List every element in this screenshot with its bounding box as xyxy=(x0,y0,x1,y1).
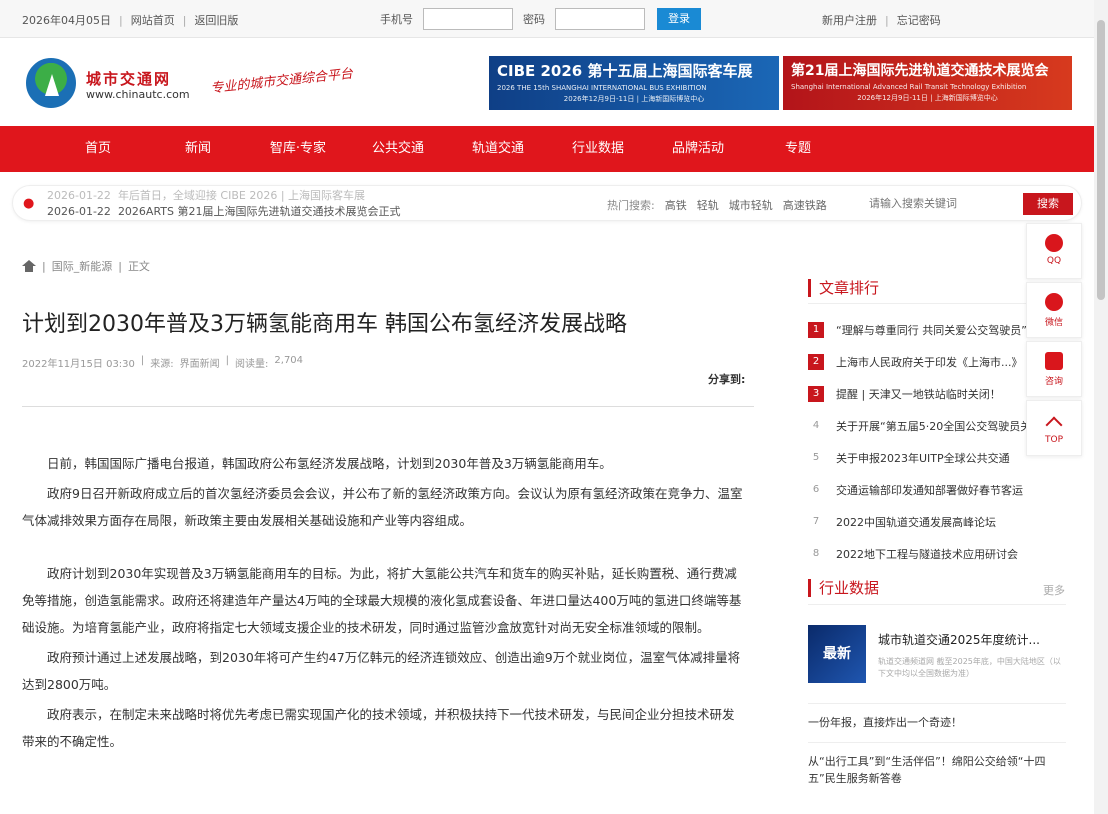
industry-data-title: 行业数据 xyxy=(808,579,879,597)
article-paragraph: 政府表示，在制定未来战略时将优先考虑已需实现国产化的技术领域，并积极扶持下一代技… xyxy=(22,707,735,749)
slogan: 专业的城市交通综合平台 xyxy=(209,66,354,97)
share-label: 分享到: xyxy=(708,373,746,386)
ticker-news: 2026-01-22 年后首日，全域迎接 CIBE 2026 | 上海国际客车展… xyxy=(47,188,467,220)
scrollbar[interactable] xyxy=(1094,0,1108,814)
rail-expo-banner[interactable]: 第21届上海国际先进轨道交通技术展览会 Shanghai Internation… xyxy=(783,56,1072,110)
list-item[interactable]: 从“出行工具”到“生活伴侣”！绵阳公交给领“十四五”民生服务新答卷 xyxy=(808,753,1064,787)
nav-industry-data[interactable]: 行业数据 xyxy=(548,126,648,172)
list-item[interactable]: 一份年报，直接炸出一个奇迹！ xyxy=(808,714,1064,731)
phone-input[interactable] xyxy=(423,8,513,30)
back-to-top-button[interactable]: TOP xyxy=(1026,400,1082,456)
search-button[interactable]: 搜索 xyxy=(1023,193,1073,215)
article-body: 日前，韩国国际广播电台报道，韩国政府公布氢经济发展战略，计划到2030年普及3万… xyxy=(22,450,744,758)
wechat-icon xyxy=(1045,293,1063,311)
divider xyxy=(22,406,754,407)
banner-title: CIBE 2026 第十五届上海国际客车展 xyxy=(497,62,753,80)
nav-public-transit[interactable]: 公共交通 xyxy=(348,126,448,172)
list-item[interactable]: 2 上海市人民政府关于印发《上海市...》 xyxy=(808,346,1034,378)
hot-searches: 热门搜索: 高铁 轻轨 城市轻轨 高速铁路 xyxy=(607,197,827,213)
top-bar: 2026年04月05日 | 网站首页 | 返回旧版 手机号 密码 登录 新用户注… xyxy=(0,0,1094,38)
nav-news[interactable]: 新闻 xyxy=(148,126,248,172)
current-date: 2026年04月05日 xyxy=(22,14,111,27)
consult-button[interactable]: 咨询 xyxy=(1026,341,1082,397)
scrollbar-thumb[interactable] xyxy=(1097,20,1105,300)
hot-search-label: 热门搜索: xyxy=(607,199,655,212)
divider xyxy=(808,604,1066,605)
forgot-password-link[interactable]: 忘记密码 xyxy=(897,12,941,28)
hot-keyword[interactable]: 城市轻轨 xyxy=(729,197,773,213)
bus-expo-banner[interactable]: CIBE 2026 第十五届上海国际客车展 2026 THE 15th SHAN… xyxy=(489,56,779,110)
hot-keyword[interactable]: 轻轨 xyxy=(697,197,719,213)
banner-subtitle: 2026 THE 15th SHANGHAI INTERNATIONAL BUS… xyxy=(497,84,707,92)
hot-keyword[interactable]: 高铁 xyxy=(665,197,687,213)
old-version-link[interactable]: 返回旧版 xyxy=(194,12,238,28)
qq-icon xyxy=(1045,234,1063,252)
news-thumbnail[interactable]: 最新 xyxy=(808,625,866,683)
list-item[interactable]: 1 “理解与尊重同行 共同关爱公交驾驶员” xyxy=(808,314,1034,346)
nav-think-tank[interactable]: 智库·专家 xyxy=(248,126,348,172)
views-label: 阅读量: xyxy=(235,359,269,370)
breadcrumb-current: 正文 xyxy=(127,260,150,273)
login-form: 手机号 密码 登录 xyxy=(380,8,701,30)
breadcrumb: | 国际_新能源 | 正文 xyxy=(22,258,150,274)
logo-url: www.chinautc.com xyxy=(86,88,190,101)
home-icon[interactable] xyxy=(22,260,36,272)
news-ticker-bar: ● 2026-01-22 年后首日，全域迎接 CIBE 2026 | 上海国际客… xyxy=(12,185,1082,221)
chevron-up-icon xyxy=(1045,416,1063,434)
ticker-item[interactable]: 2026-01-22 2026ARTS 第21届上海国际先进轨道交通技术展览会正… xyxy=(47,204,467,220)
wechat-button[interactable]: 微信 xyxy=(1026,282,1082,338)
data-item-title[interactable]: 城市轨道交通2025年度统计... xyxy=(878,631,1040,648)
password-label: 密码 xyxy=(523,13,545,26)
publish-date: 2022年11月15日 03:30 xyxy=(22,359,135,370)
phone-label: 手机号 xyxy=(380,13,413,26)
password-input[interactable] xyxy=(555,8,645,30)
banner-subtitle: Shanghai International Advanced Rail Tra… xyxy=(791,83,1027,91)
ticker-item[interactable]: 2026-01-22 年后首日，全域迎接 CIBE 2026 | 上海国际客车展 xyxy=(47,188,467,204)
divider xyxy=(808,742,1066,743)
more-link[interactable]: 更多 xyxy=(1043,582,1065,598)
divider xyxy=(808,703,1066,704)
search-input[interactable] xyxy=(863,192,1013,216)
main-nav: 首页 新闻 智库·专家 公共交通 轨道交通 行业数据 品牌活动 专题 xyxy=(0,126,1094,172)
nav-rail-transit[interactable]: 轨道交通 xyxy=(448,126,548,172)
list-item[interactable]: 4关于开展“第五届5·20全国公交驾驶员关爱日” xyxy=(808,410,1034,442)
logo-icon[interactable] xyxy=(26,58,76,108)
article-ranking-title: 文章排行 xyxy=(808,279,879,297)
chat-icon xyxy=(1045,352,1063,370)
qq-button[interactable]: QQ xyxy=(1026,223,1082,279)
list-item[interactable]: 8 2022地下工程与隧道技术应用研讨会 xyxy=(808,538,1034,570)
list-item[interactable]: 3 提醒 | 天津又一地铁站临时关闭！ xyxy=(808,378,1034,410)
nav-brand-events[interactable]: 品牌活动 xyxy=(648,126,748,172)
article-ranking-list: 1 “理解与尊重同行 共同关爱公交驾驶员” 2 上海市人民政府关于印发《上海市...… xyxy=(808,314,1034,570)
breadcrumb-category[interactable]: 国际_新能源 xyxy=(52,258,113,274)
source-label: 来源: xyxy=(150,359,174,370)
article-paragraph: 政府计划到2030年实现普及3万辆氢能商用车的目标。为此，将扩大氢能公共汽车和货… xyxy=(22,566,742,635)
banner-date: 2026年12月9日-11日 | 上海新国际博览中心 xyxy=(563,95,705,103)
login-button[interactable]: 登录 xyxy=(657,8,701,30)
hot-keyword[interactable]: 高速铁路 xyxy=(783,197,827,213)
article-title: 计划到2030年普及3万辆氢能商用车 韩国公布氢经济发展战略 xyxy=(22,312,627,337)
list-item[interactable]: 6 交通运输部印发通知部署做好春节客运 xyxy=(808,474,1034,506)
list-item[interactable]: 7 2022中国轨道交通发展高峰论坛 xyxy=(808,506,1034,538)
announcement-icon: ● xyxy=(23,196,35,211)
list-item[interactable]: 5 关于申报2023年UITP全球公共交通 xyxy=(808,442,1034,474)
article-paragraph: 政府9日召开新政府成立后的首次氢经济委员会会议，并公布了新的氢经济政策方向。会议… xyxy=(22,486,743,528)
nav-topics[interactable]: 专题 xyxy=(748,126,848,172)
article-paragraph: 日前，韩国国际广播电台报道，韩国政府公布氢经济发展战略，计划到2030年普及3万… xyxy=(47,456,612,471)
banner-date: 2026年12月9日-11日 | 上海新国际博览中心 xyxy=(857,94,998,102)
views-count: 2,704 xyxy=(274,355,304,366)
article-paragraph: 政府预计通过上述发展战略，到2030年将可产生约47万亿韩元的经济连锁效应、创造… xyxy=(22,650,741,692)
register-link[interactable]: 新用户注册 xyxy=(822,12,877,28)
logo-name[interactable]: 城市交通网 xyxy=(86,68,171,89)
source-name: 界面新闻 xyxy=(179,359,220,370)
site-header: 城市交通网 www.chinautc.com 专业的城市交通综合平台 CIBE … xyxy=(0,38,1094,126)
data-item-desc: 轨道交通频道网 截至2025年底，中国大陆地区（以下文中均以全国数据为准） xyxy=(878,657,1061,678)
home-link[interactable]: 网站首页 xyxy=(131,12,175,28)
nav-home[interactable]: 首页 xyxy=(48,126,148,172)
banner-title: 第21届上海国际先进轨道交通技术展览会 xyxy=(791,63,1049,79)
article-meta: 2022年11月15日 03:30 | 来源: 界面新闻 | 阅读量: 2,70… xyxy=(22,355,304,370)
